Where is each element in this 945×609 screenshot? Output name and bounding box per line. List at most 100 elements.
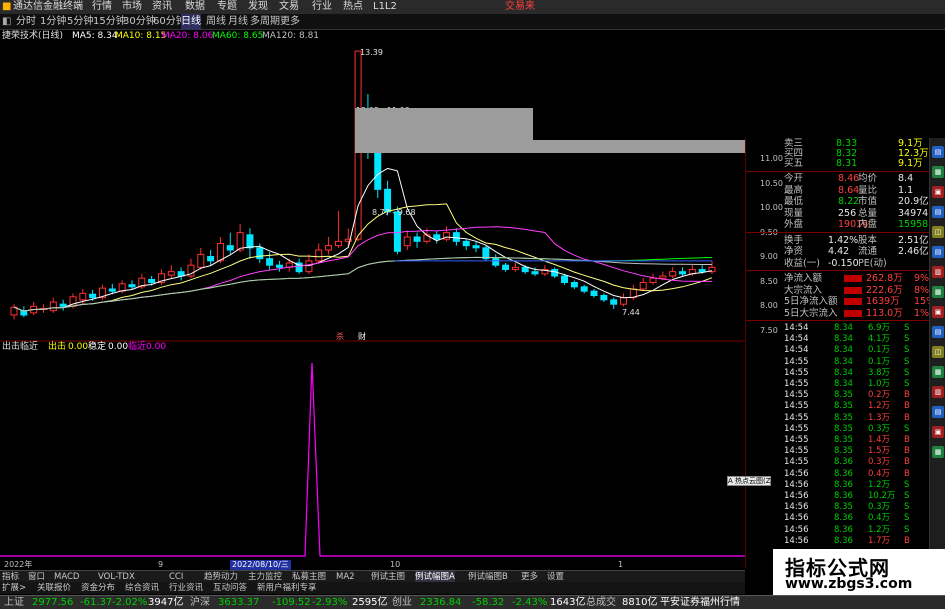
trade-link[interactable]: 交易来: [505, 0, 535, 14]
sidebar-icon-h[interactable]: ▦: [932, 286, 944, 298]
period-more[interactable]: 更多: [280, 14, 300, 30]
stat-row: 现量 256 总量 34974: [746, 208, 929, 219]
extension-tab[interactable]: 资金分布: [81, 582, 115, 594]
sidebar-icon-n[interactable]: ▤: [932, 406, 944, 418]
tick-price: 8.36: [834, 535, 853, 546]
sidebar-icon-i[interactable]: ▣: [932, 306, 944, 318]
stat-value: -0.150: [828, 257, 859, 269]
sidebar-icon-k[interactable]: ◫: [932, 346, 944, 358]
extension-tab[interactable]: 互动问答: [213, 582, 247, 594]
watermark-url: www.zbgs3.com: [785, 576, 913, 592]
status-item: 创业: [392, 597, 412, 608]
tick-time: 14:55: [784, 412, 809, 423]
stat-row: 净资 4.42 流通 2.46亿: [746, 246, 929, 257]
sidebar-icon-b[interactable]: ▦: [932, 166, 944, 178]
tick-price: 8.35: [834, 446, 853, 457]
sidebar-icon-j[interactable]: ▤: [932, 326, 944, 338]
stat-label: 内盘: [858, 219, 878, 230]
candle-body: [600, 295, 608, 301]
menu-item-shuju[interactable]: 数据: [185, 0, 205, 14]
period-15min[interactable]: 15分钟: [93, 14, 126, 30]
tick-time: 14:55: [784, 379, 809, 389]
sidebar-icon-a[interactable]: ▤: [932, 146, 944, 158]
sidebar-icon-p[interactable]: ▦: [932, 446, 944, 458]
stat-row: 收益(一) -0.150 PE(动): [746, 258, 929, 269]
hotspot-tooltip[interactable]: A 热点云图(Z): [727, 476, 773, 486]
sidebar-icon-l[interactable]: ▦: [932, 366, 944, 378]
menu-item-shichang[interactable]: 市场: [122, 0, 142, 14]
stat-value: 8.46: [838, 173, 860, 184]
tick-side: S: [904, 367, 910, 378]
flow-bar: [844, 286, 862, 294]
stat-value: 1.42%: [828, 234, 859, 246]
status-item: 沪深: [190, 597, 210, 608]
date-tick: 10: [390, 560, 401, 569]
tick-volume: 1.4万: [868, 435, 891, 445]
sidebar-icon-d[interactable]: ▤: [932, 206, 944, 218]
period-multi[interactable]: 多周期: [250, 14, 280, 30]
sidebar-icon-e[interactable]: ◫: [932, 226, 944, 238]
stat-value: 8.22: [838, 196, 860, 207]
tick-volume: 1.2万: [868, 479, 891, 490]
sidebar-icon-c[interactable]: ▣: [932, 186, 944, 198]
candle-body: [148, 278, 156, 283]
stat-value: 256: [838, 207, 857, 219]
menu-item-zixun[interactable]: 资讯: [152, 0, 172, 14]
divider: [746, 231, 929, 233]
sidebar-icon-m[interactable]: ▥: [932, 386, 944, 398]
period-week[interactable]: 周线: [206, 14, 226, 30]
extension-tab[interactable]: 新用户福利专享: [257, 582, 317, 594]
tick-row: 14:56 8.36 0.4万 B: [746, 469, 929, 479]
menu-item-hangye[interactable]: 行业: [312, 0, 332, 14]
order-label: 买五: [784, 158, 804, 169]
sidebar-icon-o[interactable]: ▣: [932, 426, 944, 438]
flow-bar: [844, 298, 862, 305]
indicator-item: 0.00: [146, 342, 167, 352]
flow-value: 113.0万: [866, 307, 903, 319]
tick-price: 8.34: [834, 367, 853, 378]
price-annotation: 8.77 - 9.68: [372, 208, 416, 217]
candle-body: [374, 150, 382, 190]
flow-label: 5日大宗流入: [784, 307, 838, 319]
indicator-header: 出击临近 出击 0.00 稳定 0.00 临近 0.00: [0, 342, 745, 353]
indicator-item: 0.00: [68, 342, 89, 352]
sidebar-icon-f[interactable]: ▤: [932, 246, 944, 258]
extension-tab[interactable]: 关联报价: [37, 582, 71, 594]
title-bar: ■ 通达信金融终端 行情 市场 资讯 数据 专题 发现 文易 行业 热点 L1L…: [0, 0, 945, 14]
menu-item-redian[interactable]: 热点: [343, 0, 363, 14]
tick-row: 14:56 8.35 0.3万 S: [746, 502, 929, 512]
menu-item-zhuanti[interactable]: 专题: [217, 0, 237, 14]
extension-tab[interactable]: 综合资讯: [125, 582, 159, 594]
period-fenshi[interactable]: 分时: [16, 14, 36, 30]
tick-row: 14:54 8.34 0.1万 S: [746, 345, 929, 355]
candle-body: [521, 266, 529, 273]
tick-volume: 0.2万: [868, 390, 891, 401]
menu-item-hangqing[interactable]: 行情: [92, 0, 112, 14]
extension-tab[interactable]: 行业资讯: [169, 582, 203, 594]
stat-row: 最低 8.22 市值 20.9亿: [746, 196, 929, 207]
period-day[interactable]: 日线: [181, 14, 201, 30]
collapse-icon[interactable]: ◧: [2, 14, 11, 30]
tick-price: 8.36: [834, 491, 853, 501]
menu-item-l1l2[interactable]: L1L2: [373, 0, 397, 14]
tick-price: 8.34: [834, 345, 853, 356]
divider: [746, 270, 929, 271]
tick-price: 8.34: [834, 334, 853, 345]
candle-body: [246, 234, 254, 249]
menu-item-wenyi[interactable]: 文易: [279, 0, 299, 14]
tick-volume: 0.4万: [868, 513, 891, 524]
indicator-line: [0, 362, 745, 557]
period-30min[interactable]: 30分钟: [123, 14, 156, 30]
period-month[interactable]: 月线: [228, 14, 248, 30]
status-item: -109.52: [272, 597, 311, 608]
candle-body: [570, 282, 578, 288]
menu-item-faxian[interactable]: 发现: [248, 0, 268, 14]
flow-bar: [844, 275, 862, 282]
tick-time: 14:54: [784, 334, 809, 345]
sidebar-icon-g[interactable]: ▥: [932, 266, 944, 278]
indicator-chart[interactable]: 0.980.900.800.700.600.500.400.300.200.10: [0, 353, 770, 560]
extension-tab[interactable]: 扩展>: [2, 582, 26, 594]
period-1min[interactable]: 1分钟: [40, 14, 66, 30]
period-5min[interactable]: 5分钟: [67, 14, 93, 30]
divider: [746, 171, 929, 172]
